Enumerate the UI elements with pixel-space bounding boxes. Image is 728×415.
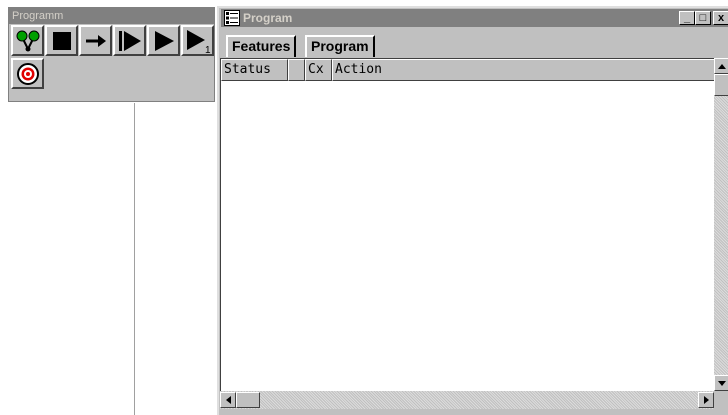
run-single-icon: 1: [186, 29, 211, 54]
arrow-up-icon: [718, 63, 726, 69]
stop-icon: [52, 31, 71, 50]
step-arrow-icon: [85, 34, 106, 47]
arrow-right-icon: [703, 396, 709, 404]
target-icon: [16, 62, 39, 85]
arrow-left-icon: [225, 396, 231, 404]
run-button[interactable]: [147, 25, 180, 56]
close-button[interactable]: x: [713, 11, 728, 25]
debug-tree-button[interactable]: [11, 25, 44, 56]
scroll-down-button[interactable]: [714, 375, 728, 391]
grid-header: Status Cx Action: [221, 59, 715, 81]
column-header-blank[interactable]: [288, 59, 305, 81]
scrollbar-corner: [714, 391, 728, 409]
vertical-scrollbar[interactable]: [714, 58, 728, 391]
window-title: Program: [243, 11, 293, 25]
column-header-status[interactable]: Status: [221, 59, 288, 81]
window-titlebar[interactable]: Program _ □ x: [221, 9, 728, 27]
scroll-up-button[interactable]: [714, 58, 728, 74]
vertical-scroll-thumb[interactable]: [714, 74, 728, 96]
debug-tree-icon: [16, 30, 39, 51]
program-list-icon: [224, 10, 240, 26]
target-button[interactable]: [11, 58, 44, 89]
column-header-action[interactable]: Action: [332, 59, 715, 81]
tab-program[interactable]: Program: [305, 35, 375, 57]
scroll-right-button[interactable]: [698, 392, 714, 408]
tab-features[interactable]: Features: [226, 35, 297, 57]
program-window: Program _ □ x Features Program Status Cx…: [217, 6, 728, 415]
horizontal-scroll-thumb[interactable]: [236, 392, 260, 408]
program-grid[interactable]: Status Cx Action: [220, 58, 715, 391]
minimize-button[interactable]: _: [679, 11, 695, 25]
column-header-cx[interactable]: Cx: [305, 59, 332, 81]
run-single-subscript: 1: [205, 45, 211, 54]
step-button[interactable]: [79, 25, 112, 56]
maximize-button[interactable]: □: [695, 11, 711, 25]
horizontal-scrollbar[interactable]: [220, 391, 714, 409]
pane-divider[interactable]: [134, 103, 135, 415]
run-from-start-icon: [118, 30, 141, 51]
palette-title: Programm: [9, 8, 214, 24]
run-single-button[interactable]: 1: [181, 25, 214, 56]
toolbar-palette: Programm 1: [8, 7, 215, 102]
stop-button[interactable]: [45, 25, 78, 56]
arrow-down-icon: [718, 380, 726, 386]
run-from-start-button[interactable]: [113, 25, 146, 56]
scroll-left-button[interactable]: [220, 392, 236, 408]
run-icon: [154, 30, 174, 51]
